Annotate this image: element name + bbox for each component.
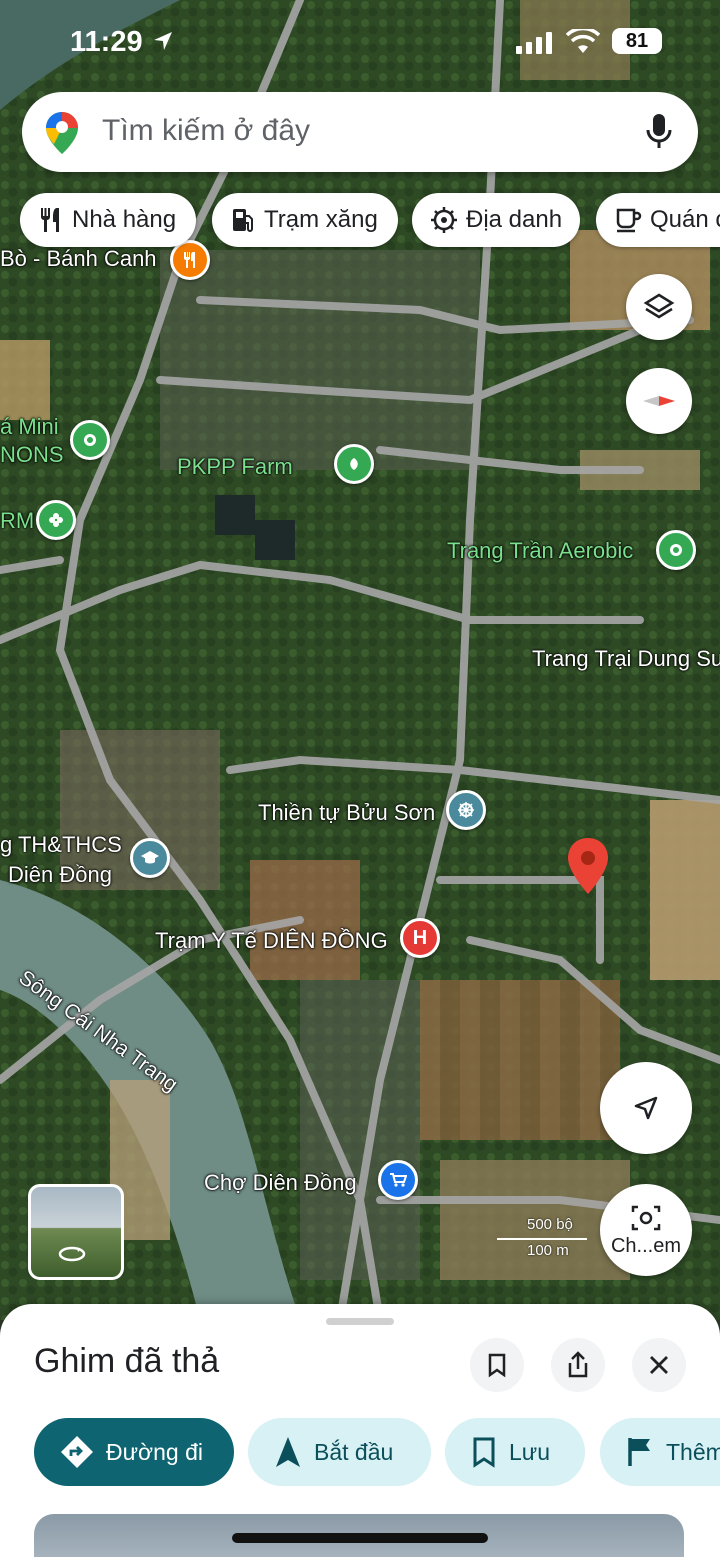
place-label: á Mini bbox=[0, 414, 59, 439]
dropped-pin-icon[interactable] bbox=[566, 836, 610, 896]
place-bottom-sheet[interactable]: Ghim đã thả Đường đi Bắt đầu Lưu Thêm bbox=[0, 1304, 720, 1557]
chip-label: Địa danh bbox=[466, 206, 563, 233]
place-label: Trạm Y Tế DIÊN ĐỒNG bbox=[155, 928, 388, 953]
place-label: Trang Trần Aerobic bbox=[447, 538, 634, 563]
category-chips: Nhà hàng Trạm xăng Địa danh Quán c bbox=[20, 193, 720, 249]
scale-label-top: 500 bộ bbox=[527, 1216, 573, 1233]
chip-gas-stations[interactable]: Trạm xăng bbox=[212, 193, 398, 247]
school-marker-icon[interactable] bbox=[130, 838, 170, 878]
place-label: Trang Trại Dung Su bbox=[532, 646, 720, 671]
compass-button[interactable] bbox=[626, 368, 692, 434]
directions-label: Đường đi bbox=[106, 1438, 203, 1465]
location-arrow-icon bbox=[154, 32, 172, 50]
landmark-icon bbox=[431, 207, 457, 233]
search-input[interactable]: Tìm kiếm ở đây bbox=[102, 114, 310, 148]
place-label: Chợ Diên Đồng bbox=[204, 1170, 357, 1195]
navigation-arrow-icon bbox=[634, 1096, 658, 1120]
google-maps-logo-icon bbox=[46, 112, 78, 154]
search-bar[interactable]: Tìm kiếm ở đây bbox=[22, 92, 698, 172]
more-label: Thêm bbox=[666, 1438, 720, 1465]
compass-icon bbox=[643, 396, 675, 406]
close-icon bbox=[650, 1356, 668, 1374]
bookmark-icon bbox=[473, 1437, 495, 1468]
navigation-arrow-icon bbox=[276, 1437, 300, 1467]
gas-station-icon bbox=[233, 209, 253, 232]
start-button[interactable]: Bắt đầu bbox=[248, 1418, 431, 1486]
more-button[interactable]: Thêm bbox=[600, 1418, 720, 1486]
chip-landmarks[interactable]: Địa danh bbox=[412, 193, 580, 247]
my-location-button[interactable] bbox=[600, 1062, 692, 1154]
place-label: PKPP Farm bbox=[177, 454, 293, 479]
clock: 11:29 bbox=[70, 26, 143, 58]
hospital-marker-icon[interactable]: H bbox=[400, 918, 440, 958]
chip-restaurants[interactable]: Nhà hàng bbox=[20, 193, 196, 247]
fork-knife-icon bbox=[41, 208, 59, 232]
share-button[interactable] bbox=[551, 1338, 605, 1392]
map-scale: 500 bộ 100 m bbox=[497, 1216, 589, 1260]
close-button[interactable] bbox=[632, 1338, 686, 1392]
shopping-cart-marker-icon[interactable] bbox=[378, 1160, 418, 1200]
flag-icon bbox=[628, 1438, 650, 1466]
save-label: Lưu bbox=[509, 1438, 550, 1465]
rotate-360-icon bbox=[58, 1246, 86, 1262]
temple-marker-icon[interactable] bbox=[446, 790, 486, 830]
lens-camera-button[interactable]: Ch...em bbox=[600, 1184, 692, 1276]
status-bar: 11:29 81 bbox=[0, 0, 720, 80]
chip-cafes[interactable]: Quán c bbox=[596, 193, 720, 247]
camera-label: Ch...em bbox=[610, 1234, 682, 1257]
place-label: Thiền tự Bửu Sơn bbox=[258, 800, 436, 825]
layers-button[interactable] bbox=[626, 274, 692, 340]
directions-icon bbox=[61, 1436, 93, 1468]
scale-label-bottom: 100 m bbox=[527, 1242, 569, 1259]
place-label: Bò - Bánh Canh bbox=[0, 246, 157, 271]
share-icon bbox=[568, 1351, 588, 1378]
bookmark-icon bbox=[488, 1353, 506, 1378]
microphone-icon[interactable] bbox=[644, 112, 674, 152]
save-button[interactable]: Lưu bbox=[445, 1418, 585, 1486]
battery-level: 81 bbox=[612, 28, 662, 54]
directions-button[interactable]: Đường đi bbox=[34, 1418, 234, 1486]
place-label: Diên Đồng bbox=[8, 862, 112, 887]
layers-icon bbox=[643, 293, 675, 319]
place-label: NONS bbox=[0, 442, 64, 467]
street-view-thumbnail[interactable] bbox=[28, 1184, 124, 1280]
park-marker-icon[interactable] bbox=[70, 420, 110, 460]
start-label: Bắt đầu bbox=[314, 1438, 394, 1465]
farm-marker-icon[interactable] bbox=[334, 444, 374, 484]
place-label: RM bbox=[0, 508, 35, 533]
cellular-signal-icon bbox=[516, 32, 552, 54]
save-icon-button[interactable] bbox=[470, 1338, 524, 1392]
chip-label: Nhà hàng bbox=[72, 206, 177, 233]
home-indicator bbox=[232, 1533, 488, 1543]
park-marker-icon[interactable] bbox=[656, 530, 696, 570]
chip-label: Trạm xăng bbox=[264, 206, 378, 233]
camera-icon bbox=[631, 1205, 661, 1230]
chip-label: Quán c bbox=[650, 206, 720, 233]
flower-marker-icon[interactable] bbox=[36, 500, 76, 540]
coffee-icon bbox=[616, 208, 642, 233]
wifi-icon bbox=[566, 29, 600, 53]
place-label: g TH&THCS bbox=[0, 832, 122, 857]
sheet-drag-handle[interactable] bbox=[326, 1318, 394, 1325]
sheet-title: Ghim đã thả bbox=[34, 1342, 220, 1380]
